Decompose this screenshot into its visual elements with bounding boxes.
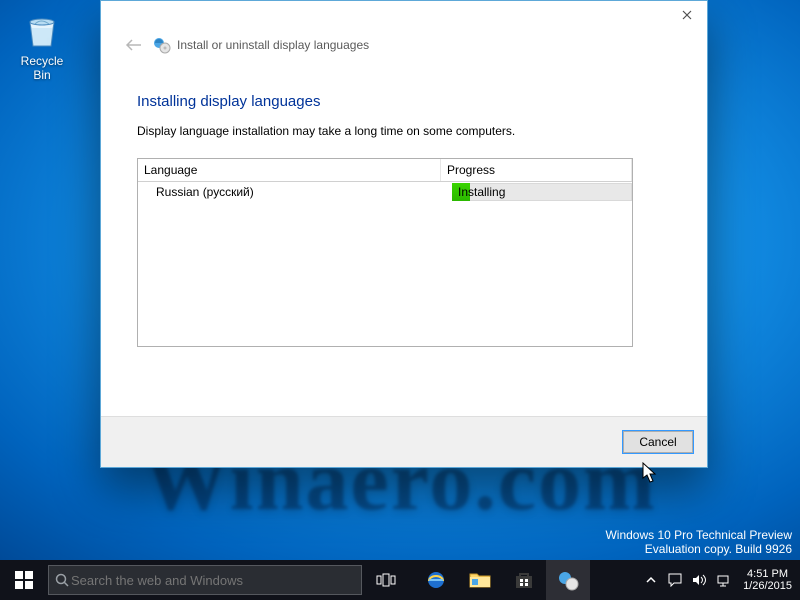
- globe-disc-icon: [153, 36, 171, 54]
- clock-date: 1/26/2015: [743, 580, 792, 592]
- table-row: Russian (русский) Installing: [138, 182, 632, 202]
- speaker-icon: [692, 573, 706, 587]
- ie-button[interactable]: [414, 560, 458, 600]
- dialog-header: Install or uninstall display languages: [101, 1, 707, 55]
- folder-icon: [469, 571, 491, 589]
- start-button[interactable]: [0, 560, 48, 600]
- taskbar: 4:51 PM 1/26/2015: [0, 560, 800, 600]
- tray-overflow-button[interactable]: [639, 560, 663, 600]
- close-button[interactable]: [667, 1, 707, 29]
- taskbar-clock[interactable]: 4:51 PM 1/26/2015: [735, 568, 800, 592]
- column-progress[interactable]: Progress: [441, 159, 632, 181]
- dialog-header-text: Install or uninstall display languages: [177, 38, 369, 52]
- dialog-footer: Cancel: [101, 416, 707, 467]
- clock-time: 4:51 PM: [743, 568, 792, 580]
- search-field[interactable]: [69, 572, 355, 589]
- dialog-notice: Display language installation may take a…: [137, 124, 671, 138]
- progress-label: Installing: [458, 185, 505, 199]
- preview-line2: Evaluation copy. Build 9926: [605, 542, 792, 556]
- store-button[interactable]: [502, 560, 546, 600]
- windows-preview-text: Windows 10 Pro Technical Preview Evaluat…: [605, 528, 792, 556]
- system-tray: 4:51 PM 1/26/2015: [639, 560, 800, 600]
- preview-line1: Windows 10 Pro Technical Preview: [605, 528, 792, 542]
- row-progress: Installing: [452, 183, 632, 201]
- ie-icon: [425, 569, 447, 591]
- file-explorer-button[interactable]: [458, 560, 502, 600]
- row-language: Russian (русский): [138, 182, 452, 202]
- recycle-bin-label: Recycle Bin: [12, 54, 72, 82]
- close-icon: [682, 10, 692, 20]
- cancel-button[interactable]: Cancel: [623, 431, 693, 453]
- recycle-bin-icon: [22, 10, 62, 50]
- store-icon: [514, 570, 534, 590]
- dialog-title: Installing display languages: [137, 93, 671, 110]
- action-center-button[interactable]: [663, 560, 687, 600]
- network-icon: [716, 573, 730, 587]
- language-install-dialog: Install or uninstall display languages I…: [100, 0, 708, 468]
- taskbar-pinned-apps: [414, 560, 590, 600]
- globe-disc-icon: [557, 569, 579, 591]
- network-button[interactable]: [711, 560, 735, 600]
- action-center-icon: [668, 573, 682, 587]
- table-header: Language Progress: [138, 159, 632, 182]
- recycle-bin[interactable]: Recycle Bin: [12, 10, 72, 82]
- column-language[interactable]: Language: [138, 159, 441, 181]
- chevron-up-icon: [646, 575, 656, 585]
- back-arrow-icon: [125, 38, 143, 52]
- search-input[interactable]: [48, 565, 362, 595]
- windows-logo-icon: [15, 571, 33, 589]
- language-table: Language Progress Russian (русский) Inst…: [137, 158, 633, 347]
- language-pack-app-button[interactable]: [546, 560, 590, 600]
- task-view-icon: [376, 572, 396, 588]
- task-view-button[interactable]: [362, 560, 410, 600]
- desktop: Recycle Bin Winaero.com Windows 10 Pro T…: [0, 0, 800, 600]
- volume-button[interactable]: [687, 560, 711, 600]
- back-button: [121, 35, 147, 55]
- search-icon: [55, 573, 69, 587]
